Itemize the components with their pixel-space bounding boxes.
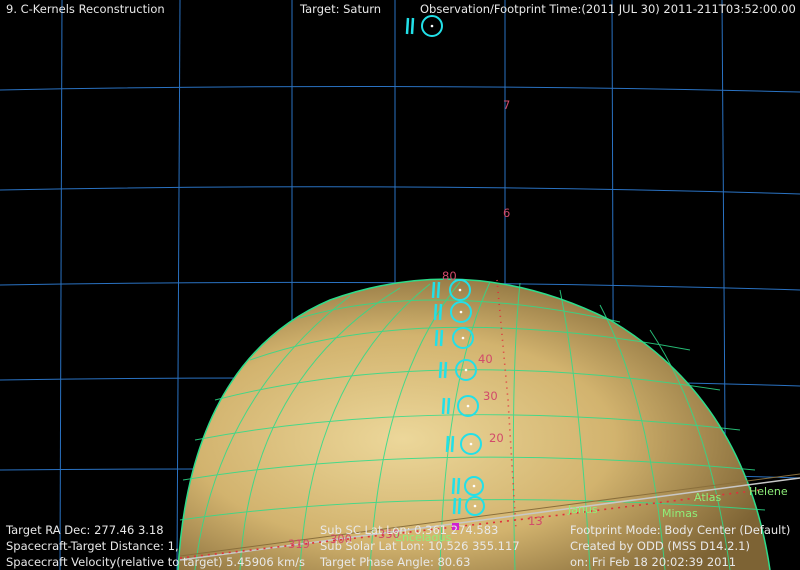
footprint-center — [466, 404, 470, 408]
scene-canvas — [0, 0, 800, 570]
footprint-bar — [436, 281, 441, 299]
footprint-bar — [438, 303, 443, 321]
observation-time: Observation/Footprint Time:(2011 JUL 30)… — [420, 2, 796, 16]
moon-label-atlas: Atlas — [694, 491, 722, 504]
footprint-center — [469, 442, 473, 446]
footprint-bar — [433, 303, 438, 321]
sub-sc-lat-lon: Sub SC Lat Lon: 0.361 274.583 — [320, 523, 499, 537]
target-phase-angle: Target Phase Angle: 80.63 — [320, 555, 471, 569]
created-by: Created by ODD (MSS D14.2.1) — [570, 539, 750, 553]
window-title: 9. C-Kernels Reconstruction — [6, 2, 165, 16]
grid-label-40: 40 — [478, 352, 493, 366]
footprint-bar — [443, 361, 448, 379]
footprint-bar — [456, 477, 461, 495]
grid-label-80: 80 — [442, 269, 457, 283]
footprint-bar — [405, 17, 410, 35]
grid-label-6: 6 — [503, 206, 511, 220]
footprint-bar — [438, 361, 443, 379]
track-number: 319 — [288, 537, 310, 551]
target-ra-dec: Target RA Dec: 277.46 3.18 — [6, 523, 164, 537]
moon-label-janus: Janus — [568, 503, 598, 516]
created-date: on: Fri Feb 18 20:02:39 2011 — [570, 555, 737, 569]
track-number: 13 — [528, 514, 543, 528]
viewport: 7 6 80 40 30 20 9. C-Kernels Reconstruct… — [0, 0, 800, 570]
footprint-center — [459, 310, 463, 314]
footprint-bar — [451, 477, 456, 495]
target-label: Target: Saturn — [300, 2, 382, 16]
footprint-center — [461, 336, 465, 340]
footprint-bar — [431, 281, 436, 299]
footprint-center — [472, 484, 476, 488]
moon-label-helene: Helene — [749, 485, 788, 498]
footprint-bar — [441, 397, 446, 415]
spacecraft-velocity: Spacecraft Velocity(relative to target) … — [6, 555, 306, 569]
footprint-bar — [457, 497, 462, 515]
footprint-bar — [445, 435, 450, 453]
footprint-bar — [450, 435, 455, 453]
moon-label-mimas: Mimas — [662, 507, 698, 520]
footprint-center — [458, 288, 462, 292]
sub-solar-lat-lon: Sub Solar Lat Lon: 10.526 355.117 — [320, 539, 520, 553]
footprint-center — [430, 24, 434, 28]
footprint-bar — [410, 17, 415, 35]
footprint-bar — [452, 497, 457, 515]
footprint-bar — [439, 329, 444, 347]
footprint-center — [464, 368, 468, 372]
footprint-center — [473, 504, 477, 508]
grid-label-30: 30 — [483, 389, 498, 403]
footprint-mode: Footprint Mode: Body Center (Default) — [570, 523, 791, 537]
spacecraft-distance: Spacecraft-Target Distance: 1, — [6, 539, 179, 553]
grid-label-7: 7 — [503, 98, 511, 112]
footprint-bar — [434, 329, 439, 347]
grid-label-20: 20 — [489, 431, 504, 445]
footprint-bar — [446, 397, 451, 415]
